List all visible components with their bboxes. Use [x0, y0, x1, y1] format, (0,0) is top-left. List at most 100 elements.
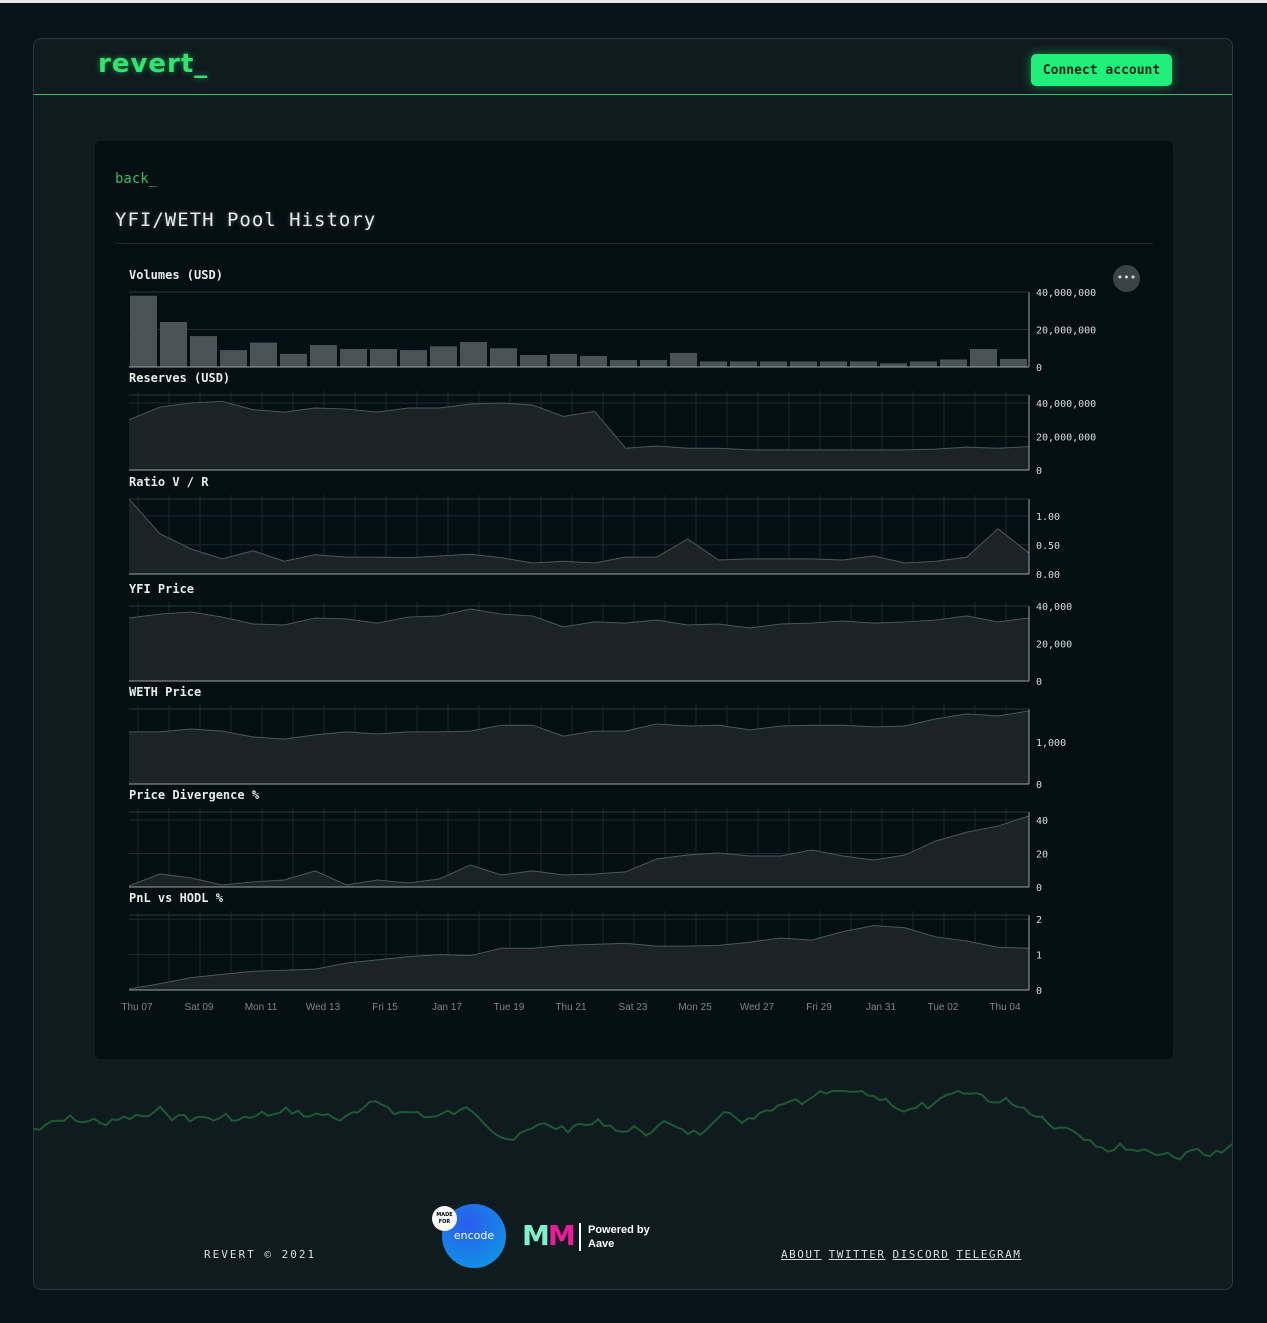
x-tick-label: Fri 29 — [806, 1002, 832, 1013]
discord-link[interactable]: DISCORD — [892, 1248, 949, 1261]
bar — [490, 348, 517, 367]
x-tick-label: Jan 31 — [866, 1002, 896, 1013]
bar — [700, 361, 727, 367]
bar — [640, 360, 667, 367]
y-tick-label: 0 — [1036, 780, 1042, 791]
revert-logo[interactable]: revert_ — [98, 49, 208, 79]
y-tick-label: 20,000 — [1036, 640, 1072, 651]
twitter-link[interactable]: TWITTER — [829, 1248, 886, 1261]
y-tick-label: 20,000,000 — [1036, 433, 1096, 444]
bar — [310, 345, 337, 367]
y-tick-label: 0 — [1036, 363, 1042, 374]
pool-history-card: back_ YFI/WETH Pool History Volumes (USD… — [95, 141, 1173, 1059]
bar — [340, 349, 367, 367]
y-tick-label: 0 — [1036, 677, 1042, 688]
bar — [910, 361, 937, 367]
app-frame: revert_ Connect account back_ YFI/WETH P… — [33, 38, 1233, 1290]
chart-title: Price Divergence % — [129, 788, 260, 802]
x-tick-label: Sat 09 — [185, 1002, 214, 1013]
bar — [670, 352, 697, 367]
series-line — [128, 498, 1030, 564]
x-tick-label: Fri 15 — [372, 1002, 398, 1013]
y-tick-label: 40 — [1036, 816, 1048, 827]
area-fill — [129, 499, 1029, 574]
decorative-wave — [34, 1089, 1232, 1161]
y-tick-label: 20 — [1036, 850, 1048, 861]
bar — [580, 355, 607, 367]
powered-by-aave: Powered by Aave — [579, 1223, 650, 1251]
chart-title: WETH Price — [129, 685, 201, 699]
footer-links: ABOUT TWITTER DISCORD TELEGRAM — [781, 1248, 1028, 1261]
bar — [940, 359, 967, 367]
bar — [220, 350, 247, 367]
area-fill — [129, 609, 1029, 681]
made-for-badge: MADE FOR — [432, 1206, 457, 1231]
bar — [1000, 358, 1027, 367]
x-tick-label: Wed 27 — [740, 1002, 775, 1013]
bar — [160, 322, 187, 367]
y-tick-label: 0.00 — [1036, 570, 1060, 581]
wave-line — [34, 1089, 1232, 1161]
y-tick-label: 1 — [1036, 951, 1042, 962]
more-horizontal-icon[interactable]: ••• — [1113, 265, 1140, 292]
top-bar: revert_ Connect account — [34, 39, 1232, 95]
bar — [430, 346, 457, 367]
y-tick-label: 20,000,000 — [1036, 326, 1096, 337]
y-tick-label: 40,000,000 — [1036, 399, 1096, 410]
y-tick-label: 0.50 — [1036, 541, 1060, 552]
x-tick-label: Sat 23 — [619, 1002, 648, 1013]
area-fill — [129, 401, 1029, 470]
chart-title: PnL vs HODL % — [129, 891, 224, 905]
y-tick-label: 40,000,000 — [1036, 288, 1096, 299]
bar — [730, 361, 757, 367]
y-tick-label: 2 — [1036, 915, 1042, 926]
y-tick-label: 0 — [1036, 466, 1042, 477]
x-tick-label: Tue 02 — [928, 1002, 959, 1013]
powered-label: Powered by — [588, 1224, 650, 1236]
x-tick-label: Thu 21 — [555, 1002, 587, 1013]
area-fill — [129, 925, 1029, 990]
copyright: REVERT © 2021 — [204, 1248, 317, 1261]
x-tick-label: Wed 13 — [306, 1002, 341, 1013]
bar — [760, 361, 787, 367]
bar — [610, 360, 637, 367]
bar — [970, 349, 997, 367]
charts-panel: Volumes (USD) 0 20,000,000 40,000,000 Reserv… — [121, 268, 1096, 1013]
chart-title: Volumes (USD) — [129, 268, 223, 282]
bar — [190, 336, 217, 367]
bar — [460, 342, 487, 367]
bar — [280, 353, 307, 367]
bar — [880, 363, 907, 367]
x-tick-label: Mon 25 — [678, 1002, 712, 1013]
y-tick-label: 1,000 — [1036, 738, 1066, 749]
bar — [790, 361, 817, 367]
x-tick-label: Thu 04 — [989, 1002, 1021, 1013]
bar — [850, 361, 877, 367]
x-tick-label: Thu 07 — [121, 1002, 153, 1013]
bar — [250, 342, 277, 367]
y-tick-label: 1.00 — [1036, 512, 1060, 523]
mm-letter: M — [522, 1219, 550, 1252]
bar — [520, 355, 547, 367]
bar — [370, 349, 397, 367]
bar — [550, 353, 577, 367]
mm-logo[interactable]: MM — [522, 1219, 576, 1252]
y-tick-label: 0 — [1036, 883, 1042, 894]
chart-title: Ratio V / R — [129, 475, 209, 489]
x-tick-label: Jan 17 — [432, 1002, 462, 1013]
area-fill — [129, 710, 1029, 784]
chart-title: YFI Price — [129, 582, 194, 596]
bar — [820, 361, 847, 367]
connect-account-button[interactable]: Connect account — [1031, 54, 1172, 86]
bar — [130, 295, 157, 367]
y-tick-label: 0 — [1036, 986, 1042, 997]
bar — [400, 350, 427, 367]
telegram-link[interactable]: TELEGRAM — [956, 1248, 1021, 1261]
y-tick-label: 40,000 — [1036, 602, 1072, 613]
chart-title: Reserves (USD) — [129, 371, 230, 385]
mm-letter: M — [547, 1219, 576, 1252]
aave-label: Aave — [588, 1238, 615, 1250]
x-tick-label: Tue 19 — [494, 1002, 525, 1013]
about-link[interactable]: ABOUT — [781, 1248, 822, 1261]
x-tick-label: Mon 11 — [245, 1002, 278, 1013]
